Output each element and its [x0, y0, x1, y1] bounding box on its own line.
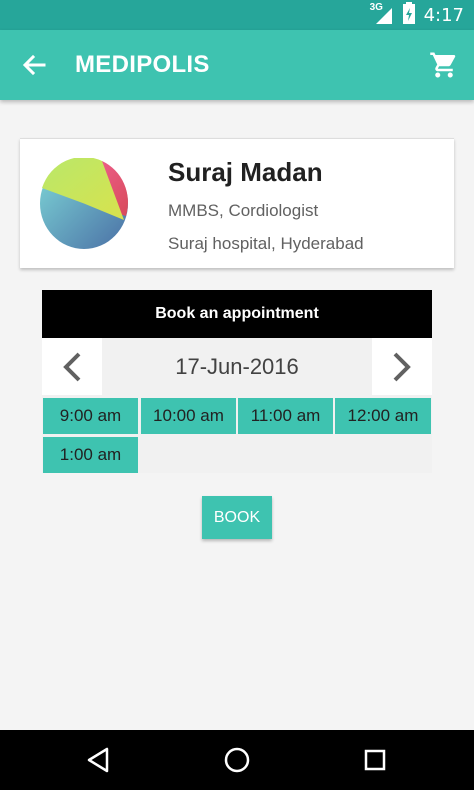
book-button[interactable]: BOOK	[202, 496, 272, 539]
status-icons: 3G 4:17	[369, 1, 464, 29]
time-slot[interactable]: 1:00 am	[43, 437, 138, 473]
doctor-location: Suraj hospital, Hyderabad	[168, 234, 364, 253]
time-slot[interactable]: 12:00 am	[335, 398, 431, 434]
date-selector: 17-Jun-2016	[42, 338, 432, 395]
time-slot[interactable]: 9:00 am	[43, 398, 138, 434]
battery-icon	[402, 1, 416, 29]
chevron-right-icon[interactable]	[372, 338, 432, 395]
doctor-qualification: MMBS, Cordiologist	[168, 201, 319, 220]
signal-icon: 3G	[369, 2, 394, 26]
status-bar: 3G 4:17	[0, 0, 474, 30]
back-triangle-icon[interactable]	[83, 744, 115, 776]
recents-square-icon[interactable]	[359, 744, 391, 776]
booking-header: Book an appointment	[42, 290, 432, 338]
clock-time: 4:17	[423, 4, 464, 26]
doctor-name: Suraj Madan	[168, 157, 323, 187]
doctor-card: Suraj Madan MMBS, Cordiologist Suraj hos…	[20, 138, 454, 268]
app-title: MEDIPOLIS	[75, 51, 210, 78]
time-slot[interactable]: 11:00 am	[238, 398, 333, 434]
system-nav-bar	[0, 730, 474, 790]
home-circle-icon[interactable]	[221, 744, 253, 776]
chevron-left-icon[interactable]	[42, 338, 102, 395]
selected-date: 17-Jun-2016	[175, 353, 299, 379]
booking-panel: Book an appointment 17-Jun-2016 9:00 am …	[42, 290, 432, 473]
avatar	[40, 156, 128, 249]
arrow-back-icon[interactable]	[18, 50, 50, 80]
network-type: 3G	[369, 2, 383, 13]
app-bar: MEDIPOLIS	[0, 30, 474, 100]
shopping-cart-icon[interactable]	[429, 50, 459, 80]
time-slot[interactable]: 10:00 am	[141, 398, 236, 434]
